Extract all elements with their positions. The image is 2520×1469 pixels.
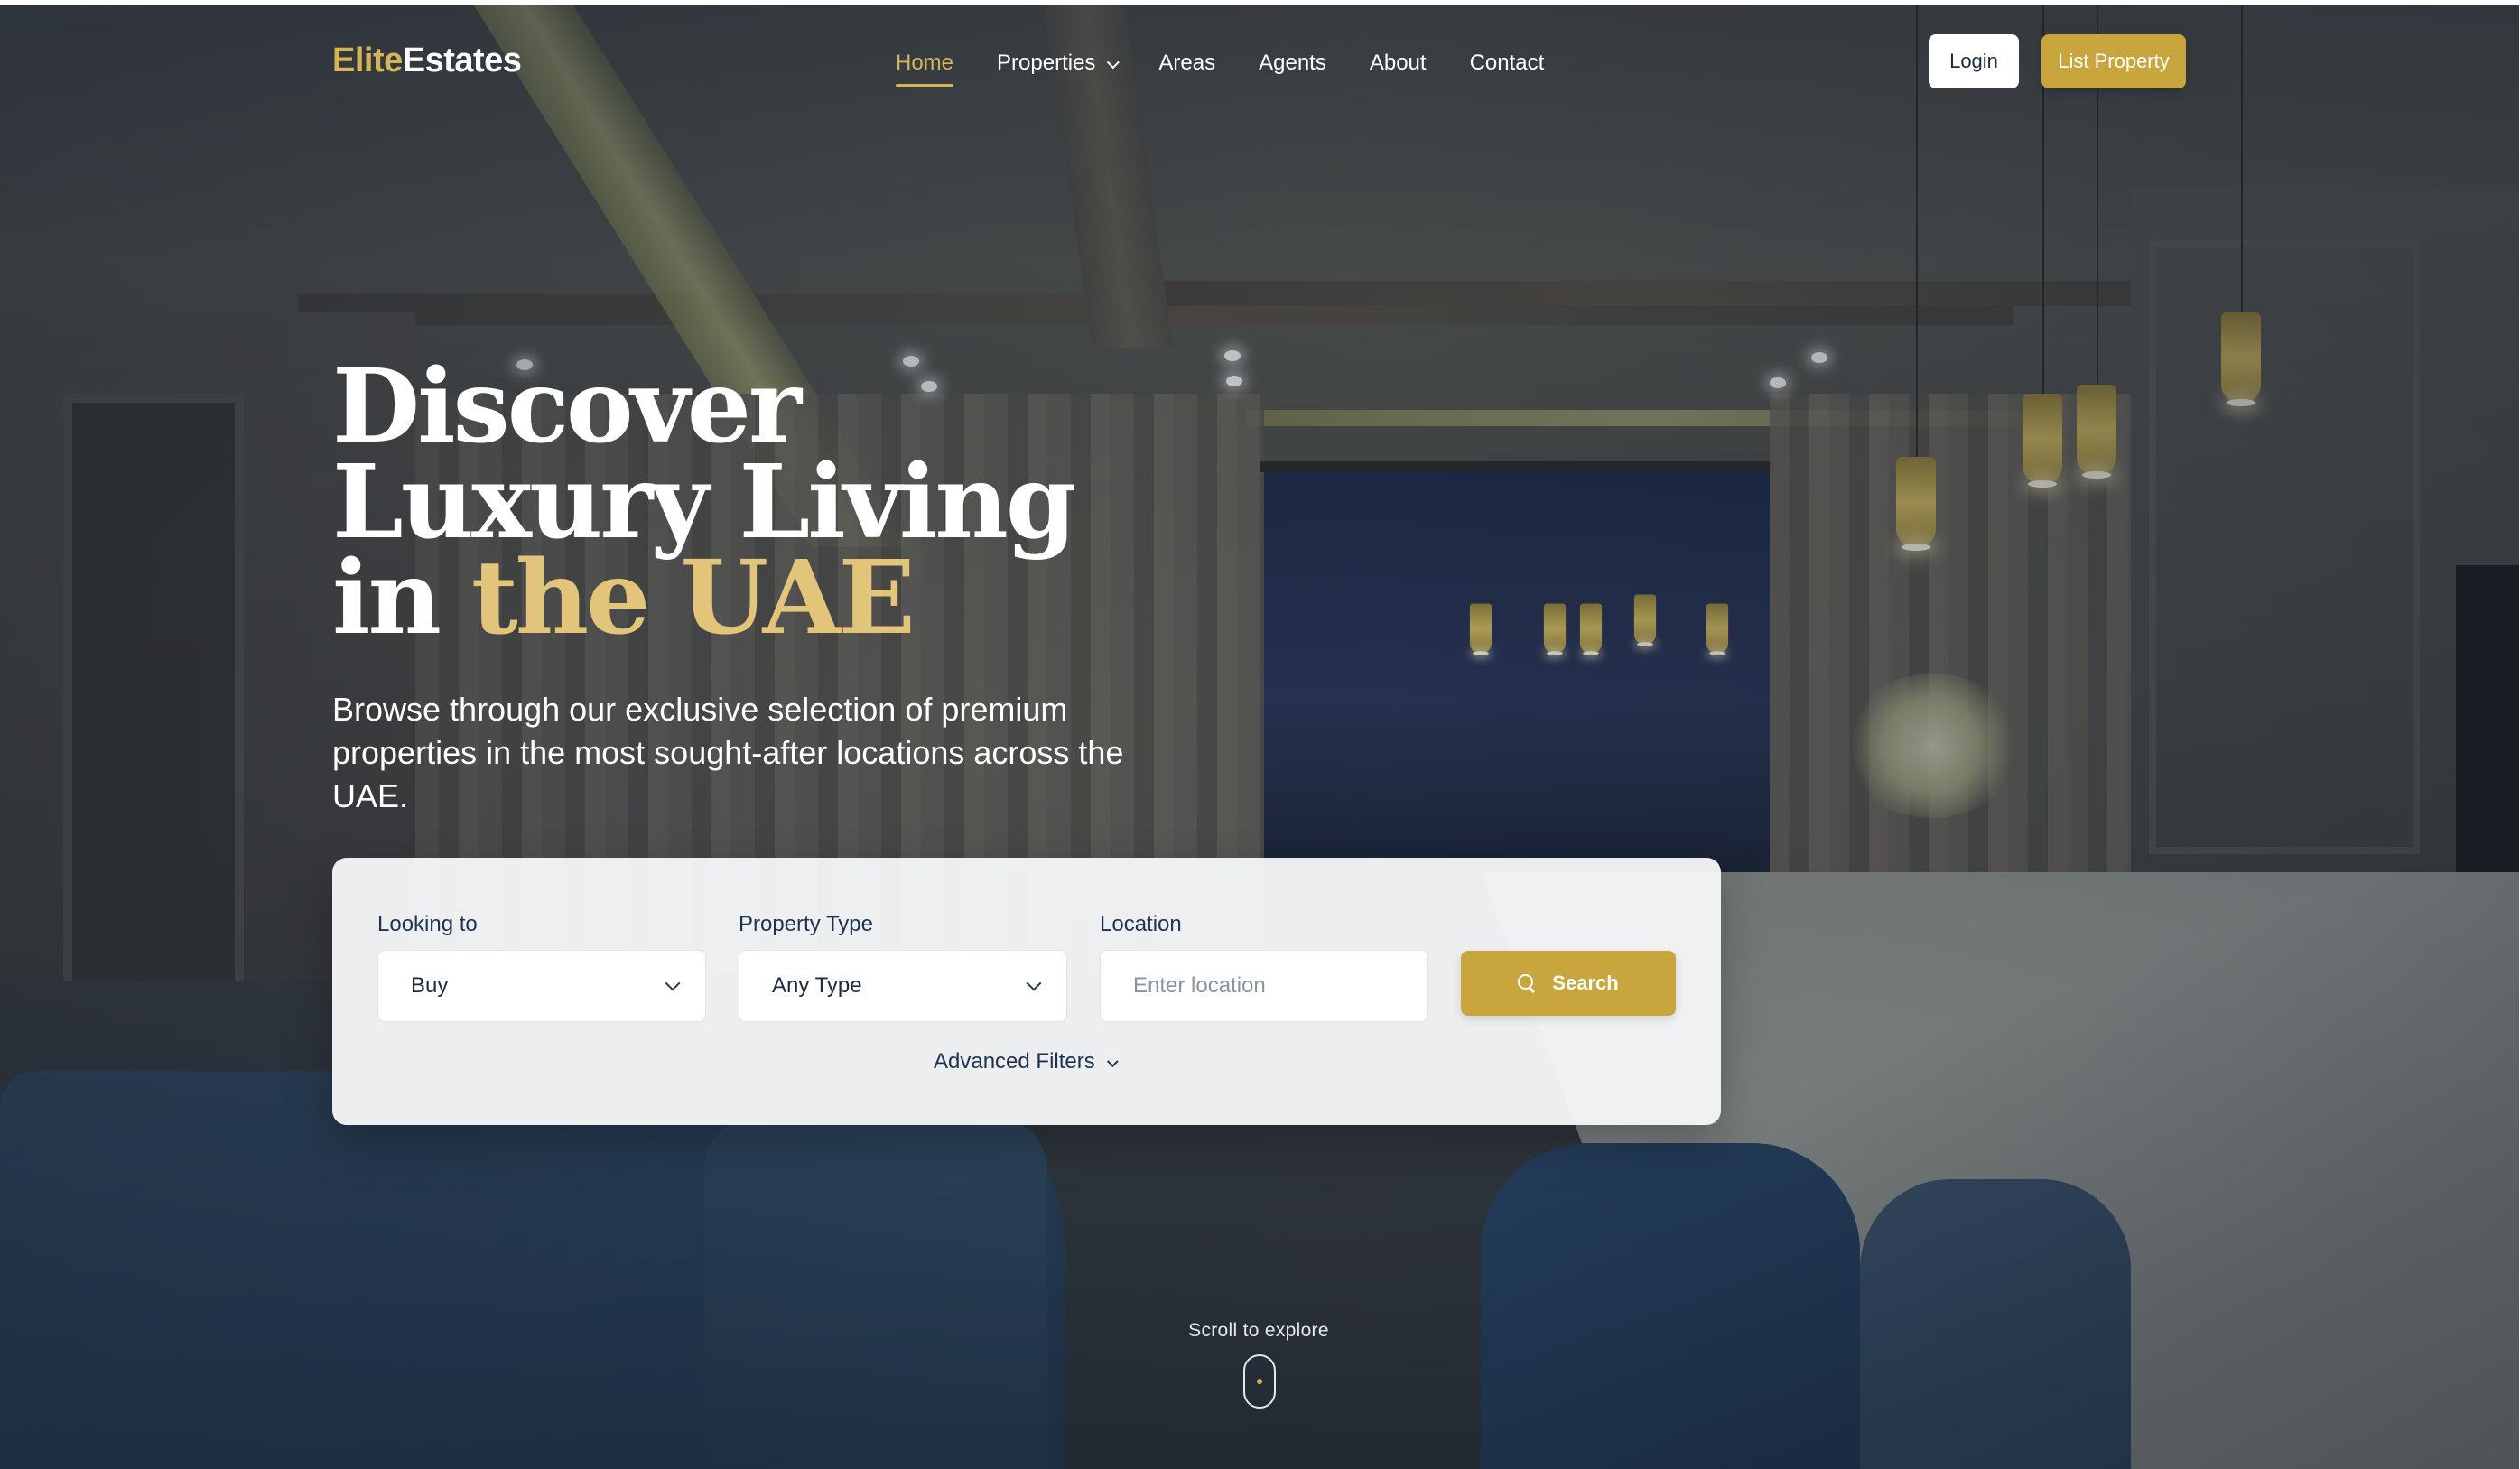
hero-headline: Discover Luxury Living in the UAE xyxy=(332,357,1145,649)
login-button[interactable]: Login xyxy=(1929,34,2019,88)
list-property-button[interactable]: List Property xyxy=(2041,34,2186,88)
mouse-scroll-icon[interactable] xyxy=(1243,1354,1276,1409)
chevron-down-icon xyxy=(1106,1055,1119,1068)
property-search-card: Looking to Buy Property Type Any Type Lo… xyxy=(332,858,1721,1125)
property-type-label: Property Type xyxy=(739,912,873,936)
search-button-label: Search xyxy=(1552,972,1619,994)
mouse-scroll-dot xyxy=(1257,1379,1262,1384)
looking-to-select[interactable]: Buy xyxy=(377,950,706,1022)
nav-link-areas[interactable]: Areas xyxy=(1158,51,1215,76)
property-type-select[interactable]: Any Type xyxy=(739,950,1067,1022)
location-label: Location xyxy=(1100,912,1182,936)
nav-link-properties-label: Properties xyxy=(997,51,1096,75)
top-navbar: EliteEstates Home Properties Areas Agent… xyxy=(0,5,2519,123)
advanced-filters-label: Advanced Filters xyxy=(934,1049,1095,1074)
looking-to-label: Looking to xyxy=(377,912,478,936)
search-icon xyxy=(1518,974,1536,992)
looking-to-value: Buy xyxy=(411,973,449,998)
nav-link-contact[interactable]: Contact xyxy=(1470,51,1545,76)
hero-section: EliteEstates Home Properties Areas Agent… xyxy=(0,5,2519,1469)
nav-link-home[interactable]: Home xyxy=(896,51,954,87)
chevron-down-icon xyxy=(1107,56,1121,70)
brand-logo-prefix: Elite xyxy=(332,42,403,79)
hero-subheading: Browse through our exclusive selection o… xyxy=(332,691,1124,814)
property-type-value: Any Type xyxy=(772,973,862,998)
brand-logo[interactable]: EliteEstates xyxy=(332,42,522,80)
chevron-down-icon xyxy=(665,975,681,991)
location-placeholder: Enter location xyxy=(1133,973,1266,998)
advanced-filters-toggle[interactable]: Advanced Filters xyxy=(934,1049,1119,1074)
nav-link-properties[interactable]: Properties xyxy=(997,51,1121,76)
page: EliteEstates Home Properties Areas Agent… xyxy=(0,0,2520,1469)
search-button[interactable]: Search xyxy=(1461,951,1676,1016)
nav-link-about[interactable]: About xyxy=(1370,51,1427,76)
scroll-hint-text: Scroll to explore xyxy=(1188,1320,1329,1341)
nav-link-agents[interactable]: Agents xyxy=(1259,51,1326,76)
location-input[interactable]: Enter location xyxy=(1100,950,1428,1022)
hero-headline-line3-prefix: in xyxy=(332,539,471,657)
brand-logo-suffix: Estates xyxy=(402,42,522,79)
nav-links: Home Properties Areas Agents About Conta… xyxy=(896,51,1587,87)
chevron-down-icon xyxy=(1026,975,1042,991)
hero-headline-accent: the UAE xyxy=(470,539,916,657)
